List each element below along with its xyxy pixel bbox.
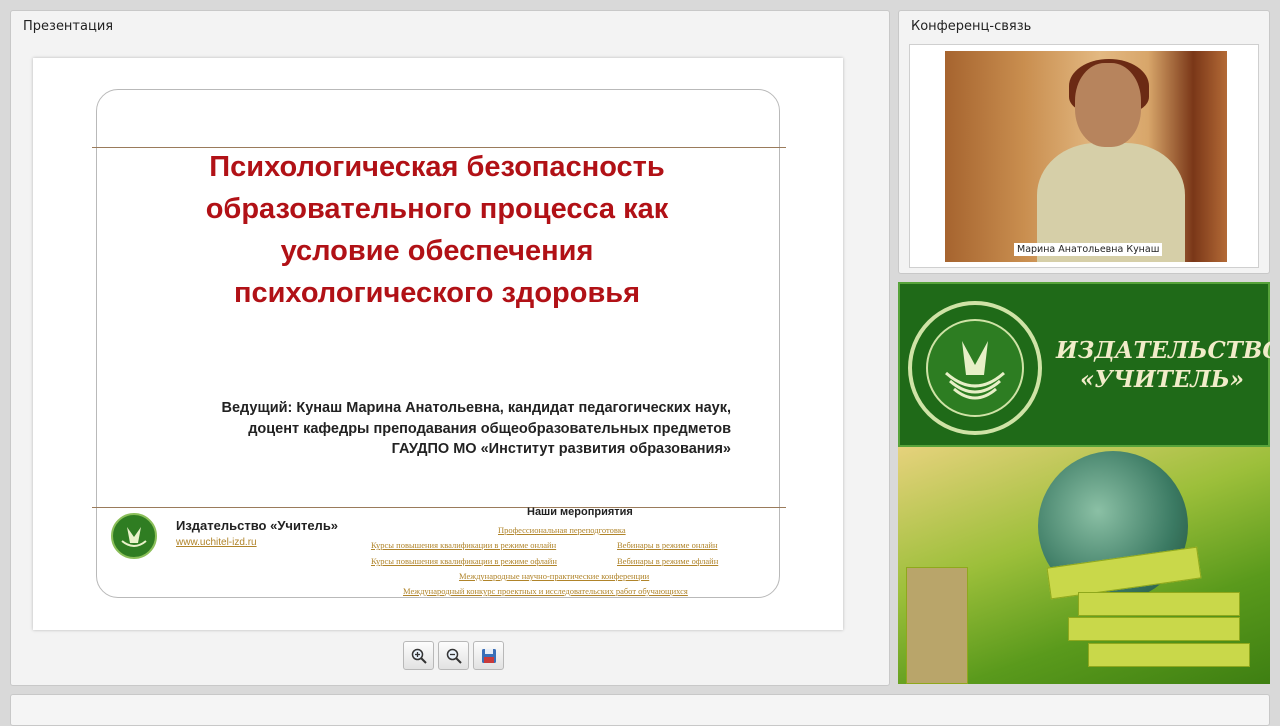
book-image (1078, 592, 1240, 616)
event-link[interactable]: Курсы повышения квалификации в режиме он… (371, 540, 556, 550)
book-image (1088, 643, 1250, 667)
publisher-site-link[interactable]: www.uchitel-izd.ru (176, 537, 257, 548)
presentation-slide: Психологическая безопасность образовател… (33, 58, 843, 630)
slide-title: Психологическая безопасность образовател… (33, 146, 841, 314)
event-link[interactable]: Курсы повышения квалификации в режиме оф… (371, 556, 557, 566)
zoom-in-icon (411, 648, 427, 664)
participant-video[interactable]: Марина Анатольевна Кунаш (945, 51, 1227, 262)
book-emblem-icon (944, 341, 1006, 400)
save-button[interactable] (473, 641, 504, 670)
banner-line: «УЧИТЕЛЬ» (1079, 366, 1245, 393)
slide-title-line: психологического здоровья (233, 277, 641, 309)
presenter-line: Ведущий: Кунаш Марина Анатольевна, канди… (221, 400, 731, 416)
presentation-panel-title: Презентация (23, 19, 114, 34)
conference-panel-title: Конференц-связь (911, 19, 1032, 34)
zoom-out-button[interactable] (438, 641, 469, 670)
publisher-logo (111, 513, 157, 559)
banner-image (898, 447, 1270, 684)
slide-title-line: образовательного процесса как (205, 193, 669, 225)
publisher-banner[interactable]: ИЗДАТЕЛЬСТВО «УЧИТЕЛЬ» (898, 282, 1270, 684)
banner-logo-inner (926, 319, 1024, 417)
zoom-in-button[interactable] (403, 641, 434, 670)
slide-title-line: условие обеспечения (280, 235, 594, 267)
participant-name-label: Марина Анатольевна Кунаш (1014, 243, 1163, 256)
bottom-bar (10, 694, 1270, 726)
banner-text: ИЗДАТЕЛЬСТВО «УЧИТЕЛЬ» (1056, 336, 1270, 394)
presenter-info: Ведущий: Кунаш Марина Анатольевна, канди… (221, 398, 731, 460)
slide-title-line: Психологическая безопасность (209, 151, 665, 183)
event-link[interactable]: Международный конкурс проектных и исслед… (403, 586, 688, 596)
banner-line: ИЗДАТЕЛЬСТВО (1056, 337, 1270, 364)
book-image (1068, 617, 1240, 641)
presenter-line: ГАУДПО МО «Институт развития образования… (391, 441, 731, 457)
event-link[interactable]: Вебинары в режиме офлайн (617, 556, 718, 566)
events-title: Наши мероприятия (527, 506, 633, 518)
banner-logo (908, 301, 1042, 435)
event-link[interactable]: Международные научно-практические конфер… (459, 571, 649, 581)
presentation-toolbar (403, 641, 504, 670)
publisher-name: Издательство «Учитель» (176, 518, 339, 533)
video-frame: Марина Анатольевна Кунаш (909, 44, 1259, 268)
presentation-panel: Презентация Психологическая безопасность… (10, 10, 890, 686)
event-link[interactable]: Вебинары в режиме онлайн (617, 540, 718, 550)
book-image (906, 567, 968, 684)
presenter-line: доцент кафедры преподавания общеобразова… (248, 420, 731, 437)
zoom-out-icon (446, 648, 462, 664)
conference-panel: Конференц-связь Марина Анатольевна Кунаш (898, 10, 1270, 274)
banner-header: ИЗДАТЕЛЬСТВО «УЧИТЕЛЬ» (898, 282, 1270, 447)
event-link[interactable]: Профессиональная переподготовка (498, 525, 626, 535)
participant-face (1075, 63, 1141, 147)
slide-bottom-rule (92, 507, 786, 508)
floppy-disk-icon (481, 648, 496, 663)
